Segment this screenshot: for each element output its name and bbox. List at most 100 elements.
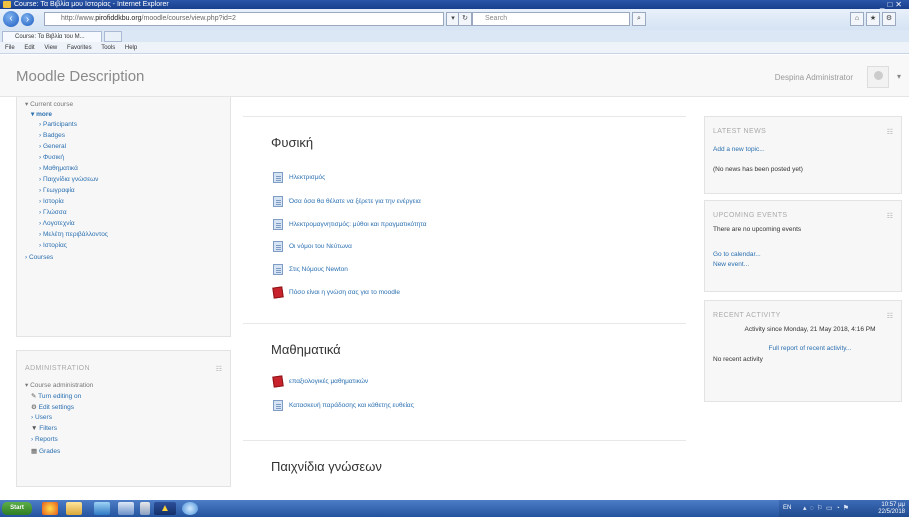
- folder-icon[interactable]: [66, 502, 82, 515]
- new-tab-button[interactable]: [104, 31, 122, 42]
- network-icon[interactable]: [94, 502, 110, 515]
- course-content: Φυσική Ηλεκτρισμός Όσα όσα θα θέλατε να …: [243, 112, 686, 487]
- taskbar: Start ▲ EN ▴◌⚐▭◔⚑ 10:57 μμ 22/5/2018: [0, 500, 909, 517]
- window-icon[interactable]: [118, 502, 134, 515]
- nav-item-badges[interactable]: › Badges: [39, 132, 65, 139]
- upcoming-events-block: UPCOMING EVENTS ☷ There are no upcoming …: [704, 200, 902, 292]
- nav-courses[interactable]: › Courses: [25, 254, 53, 261]
- nav-item-geography[interactable]: › Γεωγραφία: [39, 187, 75, 194]
- nav-item-physics[interactable]: › Φυσική: [39, 154, 64, 161]
- go-to-calendar-link[interactable]: Go to calendar...: [713, 251, 761, 258]
- site-brand[interactable]: Moodle Description: [16, 68, 144, 85]
- menu-help[interactable]: Help: [125, 45, 137, 51]
- menu-edit[interactable]: Edit: [24, 45, 34, 51]
- pencil-icon: ✎: [31, 393, 37, 400]
- nav-item-environment[interactable]: › Μελέτη περιβάλλοντος: [39, 231, 108, 238]
- right-column: LATEST NEWS ☷ Add a new topic... (No new…: [704, 112, 902, 412]
- activity-link[interactable]: Ηλεκτρισμός: [273, 172, 325, 183]
- home-icon[interactable]: ⌂: [850, 12, 864, 26]
- recent-activity-block: RECENT ACTIVITY ☷ Activity since Monday,…: [704, 300, 902, 402]
- page-icon: [273, 241, 283, 252]
- user-name[interactable]: Despina Administrator: [775, 73, 853, 82]
- tab-course[interactable]: Course: Τα Βιβλία του Μ...: [2, 31, 102, 42]
- nav-item-participants[interactable]: › Participants: [39, 121, 77, 128]
- nav-item-language[interactable]: › Γλώσσα: [39, 209, 67, 216]
- no-events-text: There are no upcoming events: [713, 226, 802, 233]
- nav-item-literature[interactable]: › Λογοτεχνία: [39, 220, 75, 227]
- no-news-text: (No news has been posted yet): [713, 166, 803, 173]
- start-button[interactable]: Start: [2, 502, 32, 515]
- admin-turn-editing-on[interactable]: ✎ Turn editing on: [31, 392, 81, 400]
- activity-link[interactable]: Πόσο είναι η γνώση σας για το moodle: [272, 286, 400, 299]
- back-icon[interactable]: ‹: [3, 11, 19, 27]
- activity-link[interactable]: Στις Νόμους Newton: [273, 264, 348, 275]
- nav-course-short[interactable]: ▾ more: [31, 110, 52, 118]
- latest-news-block: LATEST NEWS ☷ Add a new topic... (No new…: [704, 116, 902, 194]
- site-header: Moodle Description Despina Administrator…: [0, 55, 909, 97]
- warning-icon[interactable]: ▲: [154, 502, 176, 515]
- tab-strip: Course: Τα Βιβλία του Μ...: [0, 30, 909, 42]
- activity-link[interactable]: Ηλεκτρομαγνητισμός: μύθοι και πραγματικό…: [273, 219, 427, 230]
- move-icon[interactable]: ☷: [887, 312, 893, 320]
- grades-icon: ▦: [31, 448, 38, 455]
- menu-tools[interactable]: Tools: [101, 45, 115, 51]
- page-icon: [273, 400, 283, 411]
- window-controls[interactable]: _□✕: [880, 0, 905, 9]
- no-recent-activity-text: No recent activity: [713, 356, 763, 363]
- search-icon[interactable]: ⌕: [632, 12, 646, 26]
- address-bar[interactable]: http://www.pirofiddkbu.org/moodle/course…: [44, 12, 444, 26]
- admin-edit-settings[interactable]: ⚙ Edit settings: [31, 403, 74, 411]
- quiz-icon: [272, 286, 284, 299]
- section-games: Παιχνίδια γνώσεων: [243, 440, 686, 487]
- move-icon[interactable]: ☷: [887, 212, 893, 220]
- section-maths: Μαθηματικά επαξιολογικές μαθηματικών Κατ…: [243, 323, 686, 440]
- forward-icon[interactable]: ›: [21, 13, 34, 26]
- tray-icons[interactable]: ▴◌⚐▭◔⚑: [803, 504, 852, 512]
- admin-users[interactable]: › Users: [31, 414, 52, 421]
- page-icon: [273, 196, 283, 207]
- activity-link[interactable]: Κατασκευή παράδοσης και κάθετης ευθείας: [273, 400, 414, 411]
- window-title: Course: Τα Βιβλία μου Ιστορίας - Interne…: [14, 1, 169, 8]
- move-icon[interactable]: ☷: [216, 365, 222, 373]
- quiz-icon: [272, 375, 284, 388]
- section-physics: Φυσική Ηλεκτρισμός Όσα όσα θα θέλατε να …: [243, 116, 686, 321]
- page-icon: [273, 219, 283, 230]
- activity-link[interactable]: Οι νόμοι του Νεύτωνα: [273, 241, 352, 252]
- activity-since-text: Activity since Monday, 21 May 2018, 4:16…: [744, 326, 876, 333]
- chevron-down-icon[interactable]: ▾: [897, 72, 901, 81]
- ie-logo-icon: [3, 1, 11, 8]
- refresh-icon[interactable]: ↻: [458, 12, 472, 26]
- admin-reports[interactable]: › Reports: [31, 436, 58, 443]
- document-icon[interactable]: [140, 502, 150, 515]
- menu-view[interactable]: View: [44, 45, 57, 51]
- new-event-link[interactable]: New event...: [713, 261, 749, 268]
- menu-file[interactable]: File: [5, 45, 15, 51]
- language-indicator[interactable]: EN: [783, 505, 791, 511]
- nav-item-maths[interactable]: › Μαθηματικά: [39, 165, 78, 172]
- page-icon: [273, 172, 283, 183]
- section-title: Μαθηματικά: [271, 342, 341, 357]
- full-report-link[interactable]: Full report of recent activity...: [725, 345, 895, 352]
- nav-item-general[interactable]: › General: [39, 143, 66, 150]
- activity-link[interactable]: επαξιολογικές μαθηματικών: [272, 375, 368, 388]
- clock[interactable]: 10:57 μμ 22/5/2018: [878, 502, 905, 516]
- admin-course-administration[interactable]: ▾ Course administration: [25, 381, 93, 389]
- admin-grades[interactable]: ▦ Grades: [31, 447, 60, 455]
- system-tray: EN ▴◌⚐▭◔⚑ 10:57 μμ 22/5/2018: [779, 500, 909, 517]
- menu-bar: File Edit View Favorites Tools Help: [0, 42, 909, 54]
- search-input[interactable]: Search: [472, 12, 630, 26]
- nav-item-history[interactable]: › Ιστορία: [39, 198, 64, 205]
- media-player-icon[interactable]: [42, 502, 58, 515]
- add-topic-link[interactable]: Add a new topic...: [713, 146, 765, 153]
- avatar[interactable]: [867, 66, 889, 88]
- nav-item-games[interactable]: › Παιχνίδια γνώσεων: [39, 176, 98, 183]
- nav-current-course[interactable]: ▾ Current course: [25, 100, 73, 108]
- activity-link[interactable]: Όσα όσα θα θέλατε να ξέρετε για την ενέρ…: [273, 196, 421, 207]
- settings-icon[interactable]: ⚙: [882, 12, 896, 26]
- internet-explorer-icon[interactable]: [182, 502, 198, 515]
- menu-favorites[interactable]: Favorites: [67, 45, 92, 51]
- nav-item-historias[interactable]: › Ιστορίας: [39, 242, 67, 249]
- move-icon[interactable]: ☷: [887, 128, 893, 136]
- admin-filters[interactable]: ▼ Filters: [31, 425, 57, 432]
- favorites-icon[interactable]: ★: [866, 12, 880, 26]
